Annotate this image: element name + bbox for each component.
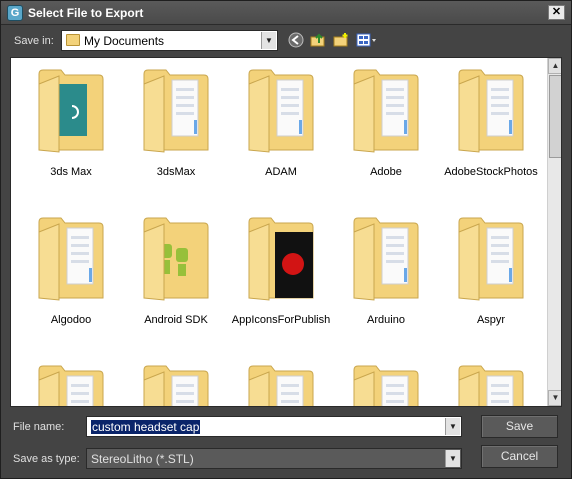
- up-folder-icon: [310, 33, 325, 47]
- folder-icon: [38, 365, 104, 406]
- folder-item[interactable]: [231, 356, 331, 406]
- save-button[interactable]: Save: [481, 415, 558, 438]
- back-button[interactable]: [287, 32, 305, 50]
- folder-icon: [353, 365, 419, 406]
- scroll-down-button[interactable]: ▼: [548, 390, 561, 406]
- folder-item[interactable]: [336, 356, 436, 406]
- chevron-down-icon[interactable]: ▼: [261, 32, 276, 49]
- file-list[interactable]: 3ds Max 3dsMax ADAM Adobe AdobeStockPhotos Al…: [10, 57, 562, 407]
- folder-item[interactable]: AdobeStockPhotos: [441, 60, 541, 190]
- folder-label: AdobeStockPhotos: [444, 166, 538, 178]
- file-name-input[interactable]: custom headset cap ▼: [86, 416, 462, 437]
- folder-item[interactable]: [126, 356, 226, 406]
- cancel-button[interactable]: Cancel: [481, 445, 558, 468]
- folder-icon: [66, 34, 80, 46]
- folder-item[interactable]: ADAM: [231, 60, 331, 190]
- chevron-down-icon[interactable]: ▼: [445, 418, 460, 435]
- folder-icon: [248, 217, 314, 301]
- folder-icon: [353, 217, 419, 301]
- folder-icon: [353, 69, 419, 153]
- folder-icon: [458, 217, 524, 301]
- folder-icon: [143, 217, 209, 301]
- folder-label: Aspyr: [476, 314, 506, 326]
- save-as-type-value: StereoLitho (*.STL): [91, 452, 194, 466]
- folder-icon: [143, 365, 209, 406]
- save-in-label: Save in:: [14, 35, 54, 47]
- save-in-dropdown[interactable]: My Documents ▼: [61, 30, 278, 51]
- folder-item[interactable]: Algodoo: [21, 208, 121, 338]
- title-bar[interactable]: G Select File to Export ✕: [1, 1, 571, 25]
- scrollbar-thumb[interactable]: [549, 75, 561, 158]
- save-as-type-dropdown[interactable]: StereoLitho (*.STL) ▼: [86, 448, 462, 469]
- view-menu-button[interactable]: [355, 32, 379, 50]
- folder-icon: [458, 365, 524, 406]
- folder-icon: [38, 69, 104, 153]
- folder-label: Arduino: [367, 314, 405, 326]
- folder-icon: [38, 217, 104, 301]
- folder-label: AppIconsForPublish: [231, 314, 331, 326]
- new-folder-icon: [333, 33, 348, 47]
- folder-item[interactable]: 3ds Max: [21, 60, 121, 190]
- folder-item[interactable]: [21, 356, 121, 406]
- up-folder-button[interactable]: [309, 32, 327, 50]
- save-as-type-label: Save as type:: [13, 453, 80, 465]
- vertical-scrollbar[interactable]: ▲ ▼: [547, 58, 561, 406]
- folder-label: ADAM: [265, 166, 297, 178]
- folder-item[interactable]: Aspyr: [441, 208, 541, 338]
- new-folder-button[interactable]: [332, 32, 350, 50]
- scroll-up-button[interactable]: ▲: [548, 58, 561, 74]
- export-dialog: G Select File to Export ✕ Save in: My Do…: [0, 0, 572, 479]
- file-name-value: custom headset cap: [91, 420, 201, 434]
- folder-icon: [143, 69, 209, 153]
- folder-item[interactable]: 3dsMax: [126, 60, 226, 190]
- folder-label: Adobe: [370, 166, 402, 178]
- folder-label: 3dsMax: [156, 166, 196, 178]
- folder-item[interactable]: Android SDK: [126, 208, 226, 338]
- folder-label: Algodoo: [50, 314, 92, 326]
- folder-icon: [458, 69, 524, 153]
- app-logo-icon: G: [7, 5, 23, 21]
- chevron-down-icon[interactable]: ▼: [445, 450, 460, 467]
- file-name-label: File name:: [13, 421, 65, 433]
- view-menu-icon: [356, 33, 376, 47]
- dialog-title: Select File to Export: [28, 6, 144, 20]
- folder-icon: [248, 69, 314, 153]
- folder-label: Android SDK: [144, 314, 208, 326]
- folder-item[interactable]: AppIconsForPublish: [231, 208, 331, 338]
- folder-item[interactable]: Arduino: [336, 208, 436, 338]
- folder-item[interactable]: Adobe: [336, 60, 436, 190]
- folder-item[interactable]: [441, 356, 541, 406]
- folder-label: 3ds Max: [50, 166, 92, 178]
- close-button[interactable]: ✕: [548, 5, 565, 20]
- folder-icon: [248, 365, 314, 406]
- save-in-value: My Documents: [84, 34, 165, 48]
- back-icon: [288, 32, 304, 48]
